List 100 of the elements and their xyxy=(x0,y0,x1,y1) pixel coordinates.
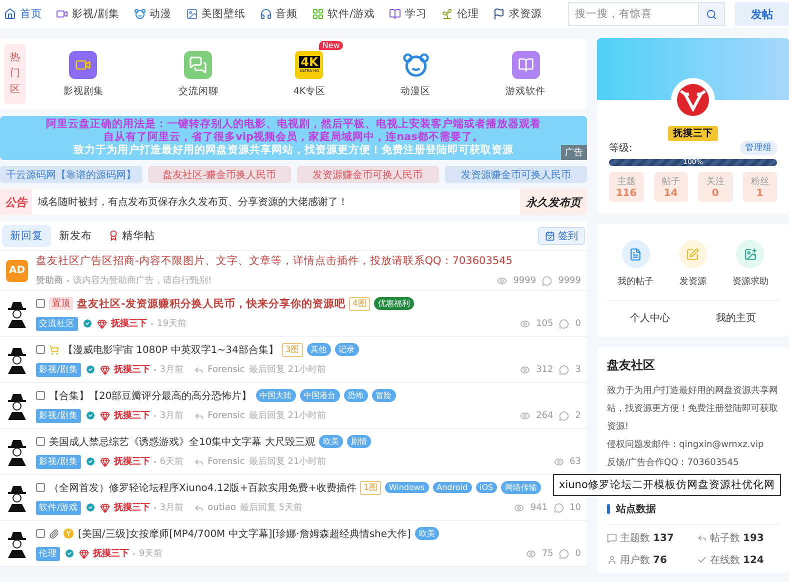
level-label: 等级: xyxy=(609,142,632,155)
post-tag[interactable]: 冒险 xyxy=(372,389,396,402)
user-stat[interactable]: 关注 0 xyxy=(698,172,732,202)
author-link[interactable]: 抚摸三下 xyxy=(93,547,129,560)
action-link[interactable]: 我的帖子 xyxy=(618,240,654,288)
gem-icon xyxy=(79,548,89,558)
search-button[interactable] xyxy=(698,2,725,26)
tab[interactable]: 新回复 xyxy=(2,224,51,246)
checkbox[interactable] xyxy=(36,483,45,492)
ribbon-icon xyxy=(108,230,119,241)
new-post-button[interactable]: 发帖 xyxy=(735,2,789,26)
author-link[interactable]: 抚摸三下 xyxy=(111,317,147,330)
post-title[interactable]: 【合集】【20部豆瓣评分最高的高分恐怖片】 xyxy=(49,388,252,402)
category-tag[interactable]: 影视/剧集 xyxy=(36,408,81,422)
nav-link[interactable]: 影视/剧集 xyxy=(56,7,120,21)
replier-name: outiao xyxy=(208,502,236,512)
book-icon xyxy=(512,50,540,78)
nav-link[interactable]: 音频 xyxy=(260,7,298,21)
reply-icon xyxy=(697,533,707,543)
hot-category[interactable]: 交流闲聊 xyxy=(178,50,218,98)
post-title[interactable]: （全网首发）修罗轻论坛程序Xiuno4.12版+百款实用免费+收费插件 xyxy=(49,480,356,494)
author-link[interactable]: 抚摸三下 xyxy=(114,409,150,422)
nav-link[interactable]: 软件/游戏 xyxy=(312,7,376,21)
image-count: 3图 xyxy=(282,342,303,356)
post-tag[interactable]: 欧美 xyxy=(414,527,439,540)
post-tag[interactable]: iOS xyxy=(476,482,498,493)
bear-icon xyxy=(134,8,146,20)
post-title[interactable]: [美国/三级]女按摩师[MP4/700M 中文字幕][珍娜·詹姆森超经典情she大作] xyxy=(78,526,411,540)
ad-link[interactable]: 盘友社区-赚金币换人民币 xyxy=(148,166,290,183)
nav-link[interactable]: 动漫 xyxy=(134,7,172,21)
user-stat[interactable]: 主题 116 xyxy=(609,172,644,202)
tab[interactable]: 新发布 xyxy=(51,224,100,246)
author-link[interactable]: 抚摸三下 xyxy=(114,455,150,468)
bear-icon xyxy=(402,50,430,78)
post-tag[interactable]: 中国港台 xyxy=(300,389,340,402)
checkbox[interactable] xyxy=(36,529,45,538)
post-tag[interactable]: 剧情 xyxy=(346,435,371,448)
search-field[interactable]: 搜一搜，有惊喜 xyxy=(568,2,698,26)
category-tag[interactable]: 软件/游戏 xyxy=(36,500,81,514)
nav-link[interactable]: 首页 xyxy=(4,7,42,21)
author-link[interactable]: 抚摸三下 xyxy=(114,501,150,514)
post-tag[interactable]: Windows xyxy=(384,482,429,493)
checkbox[interactable] xyxy=(36,437,45,446)
category-tag[interactable]: 影视/剧集 xyxy=(36,454,81,468)
profile-link[interactable]: 个人中心 xyxy=(607,301,693,337)
ad-link[interactable]: 发资源赚金币可换人民币 xyxy=(444,166,587,183)
ad-link[interactable]: 千云源码网【靠谱的源码网】 xyxy=(0,166,142,183)
post-title[interactable]: 【漫威电影宇宙 1080P 中英双字1~34部合集】 xyxy=(63,342,278,356)
user-stat[interactable]: 粉丝 1 xyxy=(742,172,777,202)
post-title[interactable]: 盘友社区-发资源赚积分换人民币，快来分享你的资源吧 xyxy=(77,296,346,310)
headphones-icon xyxy=(260,8,272,20)
profile-link[interactable]: 我的主页 xyxy=(693,301,779,337)
grid-icon xyxy=(312,8,324,20)
nav-link[interactable]: 学习 xyxy=(389,7,428,21)
category-tag[interactable]: 交流社区 xyxy=(36,316,78,330)
post-tag[interactable]: 其他 xyxy=(306,343,331,356)
home-icon xyxy=(4,8,16,20)
ad-link[interactable]: 发资源赚金币可换人民币 xyxy=(296,166,439,183)
ad-banner[interactable]: 阿里云盘正确的用法是：一键转存别人的电影、电视剧，然后平板、电视上安装客户端或者播放器观看 自从有了阿里云，省了很多vip视频会员，家庭局域网中，连nas都不需要了。 致力于为用户打造最好用的网盘资源共享网站，找资源更方便！免费注册登陆即可获取资源 广告 xyxy=(0,116,587,160)
user-stat[interactable]: 帖子 14 xyxy=(654,172,688,202)
post-tag[interactable]: 优惠福利 xyxy=(374,297,414,310)
hot-category[interactable]: 游戏软件 xyxy=(506,50,546,98)
hot-category[interactable]: 动漫区 xyxy=(400,50,431,98)
views-count: 312 xyxy=(536,364,554,374)
verified-icon xyxy=(82,318,93,329)
release-page-link[interactable]: 永久发布页 xyxy=(520,189,587,215)
post-tag[interactable]: 恐怖 xyxy=(344,389,368,402)
checkbox[interactable] xyxy=(36,391,45,400)
action-link[interactable]: 资源求助 xyxy=(732,240,768,288)
checkbox[interactable] xyxy=(36,345,45,354)
post-tag[interactable]: 中国大陆 xyxy=(256,389,296,402)
image-count: 4图 xyxy=(349,296,370,310)
edit-icon xyxy=(678,240,707,268)
nav-link[interactable]: 美图壁纸 xyxy=(186,7,246,21)
book-icon xyxy=(389,8,402,20)
comment-icon xyxy=(559,364,570,374)
hot-category[interactable]: 影视剧集 xyxy=(63,50,104,98)
site-stat: 用户数 76 xyxy=(607,553,689,567)
post-title[interactable]: 盘友社区广告区招商-内容不限图片、文字、文章等，详情点击插件，投放请联系QQ：703603545 xyxy=(36,254,512,268)
author-link[interactable]: 抚摸三下 xyxy=(114,363,150,376)
post-tag[interactable]: 记录 xyxy=(334,343,359,356)
comment-count: 0 xyxy=(575,318,581,328)
tab[interactable]: 精华帖 xyxy=(100,224,163,246)
checkin-button[interactable]: 签到 xyxy=(538,226,585,244)
new-badge: New xyxy=(319,40,343,50)
site-stat: 主题数 137 xyxy=(607,531,689,545)
image-icon xyxy=(186,8,198,20)
post-tag[interactable]: 网络传输 xyxy=(501,481,542,494)
post-title[interactable]: 美国成人禁忌综艺《诱惑游戏》全10集中文字幕 大尺毁三观 xyxy=(49,434,315,448)
category-tag[interactable]: 影视/剧集 xyxy=(36,362,81,376)
image-count: 1图 xyxy=(360,480,381,494)
post-tag[interactable]: Android xyxy=(432,482,472,493)
reply-icon xyxy=(194,364,204,374)
action-link[interactable]: 发资源 xyxy=(678,240,707,288)
category-tag[interactable]: 伦理 xyxy=(36,546,60,560)
flag-icon xyxy=(493,8,506,20)
checkbox[interactable] xyxy=(36,299,45,308)
nav-link[interactable]: 求资源 xyxy=(493,7,542,21)
nav-link[interactable]: 伦理 xyxy=(441,7,480,21)
post-tag[interactable]: 欧美 xyxy=(318,435,343,448)
